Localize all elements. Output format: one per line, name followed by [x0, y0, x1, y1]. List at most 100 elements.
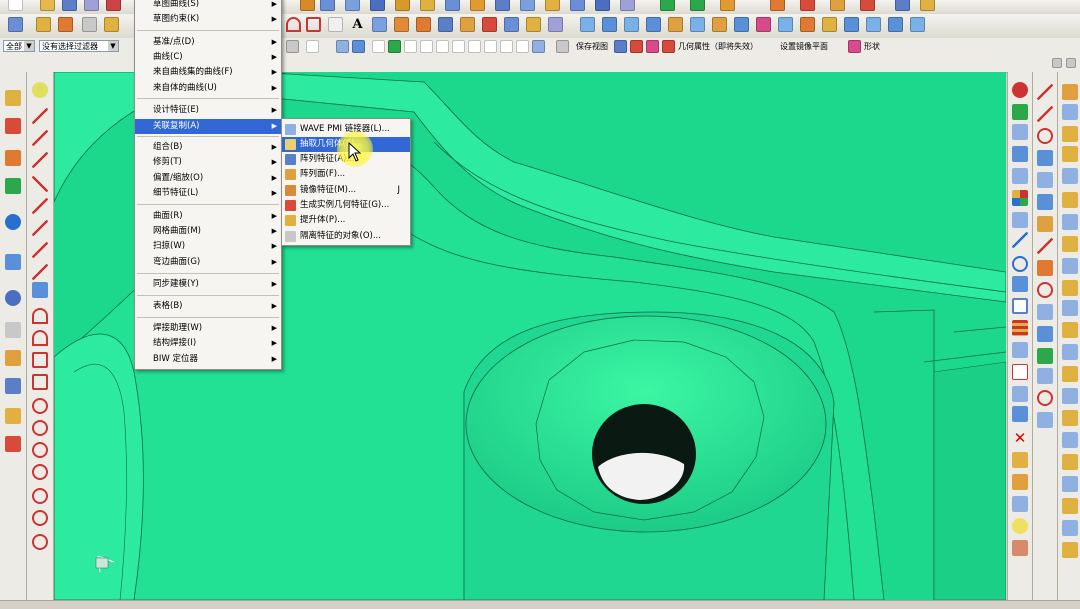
- menu-item-derived-curve[interactable]: 来自曲线集的曲线(F) ▶: [135, 65, 281, 80]
- select-icon[interactable]: [82, 17, 97, 32]
- box-tool-icon[interactable]: [1012, 342, 1028, 358]
- menu-item-sweep[interactable]: 扫掠(W) ▶: [135, 239, 281, 254]
- line-tool-r-icon[interactable]: [1012, 232, 1028, 248]
- green-cube-icon[interactable]: [660, 0, 675, 11]
- chamfer-icon[interactable]: [470, 0, 485, 11]
- view-cube2-icon[interactable]: [352, 40, 365, 53]
- line-tool2-icon[interactable]: [32, 130, 48, 146]
- line-tool8-icon[interactable]: [32, 264, 48, 280]
- curve-tool5-icon[interactable]: [504, 17, 519, 32]
- new-file-icon[interactable]: [8, 0, 23, 11]
- menu-item-curve[interactable]: 曲线(C) ▶: [135, 50, 281, 65]
- extrude-icon[interactable]: [300, 0, 315, 11]
- circle-tool6-icon[interactable]: [32, 510, 48, 526]
- menu-item-surface[interactable]: 曲面(R) ▶: [135, 209, 281, 224]
- surface-r4-icon[interactable]: [1062, 146, 1078, 162]
- surface-r9-icon[interactable]: [1062, 258, 1078, 274]
- corner-tool2-icon[interactable]: [32, 374, 48, 390]
- orange-tool-icon[interactable]: [830, 0, 845, 11]
- surface-r2-icon[interactable]: [1062, 104, 1078, 120]
- menu-item-isolate-feature-objects[interactable]: 隔离特征的对象(O)...: [282, 229, 410, 244]
- menu-item-mesh-surface[interactable]: 网格曲面(M) ▶: [135, 224, 281, 239]
- palette-icon[interactable]: [5, 436, 21, 452]
- view-tool-icon[interactable]: [614, 40, 627, 53]
- surface2-icon[interactable]: [602, 17, 617, 32]
- model-right-face[interactable]: [933, 361, 1006, 600]
- arc-tool-icon[interactable]: [32, 308, 48, 324]
- view-tool3-icon[interactable]: [646, 40, 659, 53]
- line-tool3-icon[interactable]: [32, 152, 48, 168]
- line-tool6-icon[interactable]: [32, 220, 48, 236]
- menu-item-sketch-constraint[interactable]: 草图约束(K) ▶: [135, 12, 281, 27]
- curve-r14-icon[interactable]: [1037, 368, 1053, 384]
- curve-tool3-icon[interactable]: [460, 17, 475, 32]
- snap2-icon[interactable]: [388, 40, 401, 53]
- curve-tool-icon[interactable]: [416, 17, 431, 32]
- surface-r8-icon[interactable]: [1062, 236, 1078, 252]
- snap-tan-icon[interactable]: [516, 40, 529, 53]
- face-tool-icon[interactable]: [1012, 276, 1028, 292]
- pad-icon[interactable]: [420, 0, 435, 11]
- save-view-label[interactable]: 保存视图: [576, 41, 608, 52]
- circle-tool-r-icon[interactable]: [1012, 256, 1028, 272]
- curve-r10-icon[interactable]: [1037, 282, 1053, 298]
- menu-item-sketch-curve[interactable]: 草图曲线(S) ▶: [135, 0, 281, 12]
- reuse-library-icon[interactable]: [5, 178, 21, 194]
- intersect-icon[interactable]: [595, 0, 610, 11]
- boss-icon[interactable]: [370, 0, 385, 11]
- surface-r10-icon[interactable]: [1062, 280, 1078, 296]
- box-tool2-icon[interactable]: [1012, 540, 1028, 556]
- surface16-icon[interactable]: [910, 17, 925, 32]
- snap-point-icon[interactable]: [404, 40, 417, 53]
- menu-item-flange-surface[interactable]: 弯边曲面(G) ▶: [135, 255, 281, 270]
- view-tool2-icon[interactable]: [630, 40, 643, 53]
- snap-center-icon[interactable]: [468, 40, 481, 53]
- surface-r22-icon[interactable]: [1062, 542, 1078, 558]
- surface-r19-icon[interactable]: [1062, 476, 1078, 492]
- revolve-icon[interactable]: [320, 0, 335, 11]
- curve-tool4-icon[interactable]: [482, 17, 497, 32]
- part-nav-icon[interactable]: [36, 17, 51, 32]
- curve-r9-icon[interactable]: [1037, 260, 1053, 276]
- surface4-icon[interactable]: [646, 17, 661, 32]
- circle-tool4-icon[interactable]: [32, 464, 48, 480]
- menu-item-combine[interactable]: 组合(B) ▶: [135, 140, 281, 155]
- curve-r12-icon[interactable]: [1037, 326, 1053, 342]
- web-browser-icon[interactable]: [5, 254, 21, 270]
- green-face-icon[interactable]: [1012, 104, 1028, 120]
- assembly-icon[interactable]: [8, 17, 23, 32]
- curve-r3-icon[interactable]: [1037, 128, 1053, 144]
- cut-icon[interactable]: [84, 0, 99, 11]
- undo-select-icon[interactable]: [286, 40, 299, 53]
- menu-item-curve-from-body[interactable]: 来自体的曲线(U) ▶: [135, 81, 281, 96]
- red-tool-icon[interactable]: [800, 0, 815, 11]
- menu-item-offset-scale[interactable]: 偏置/缩放(O) ▶: [135, 171, 281, 186]
- snap-cross-icon[interactable]: [484, 40, 497, 53]
- blend-icon[interactable]: [445, 0, 460, 11]
- surface-r20-icon[interactable]: [1062, 498, 1078, 514]
- shape-icon[interactable]: [848, 40, 861, 53]
- draft-icon[interactable]: [620, 0, 635, 11]
- menu-item-structure-weld[interactable]: 结构焊接(I) ▶: [135, 336, 281, 351]
- menu-item-mirror-feature[interactable]: 镜像特征(M)... J: [282, 183, 410, 198]
- circle-tool3-icon[interactable]: [32, 442, 48, 458]
- window-maximize-icon[interactable]: [1066, 58, 1076, 68]
- cube-tool-icon[interactable]: [1012, 124, 1028, 140]
- surface-r11-icon[interactable]: [1062, 300, 1078, 316]
- menu-item-promote-body[interactable]: 提升体(P)...: [282, 213, 410, 228]
- cube-tool4-icon[interactable]: [1012, 212, 1028, 228]
- person-tool-icon[interactable]: [1012, 474, 1028, 490]
- view-icon[interactable]: [556, 40, 569, 53]
- menu-item-datum-point[interactable]: 基准/点(D) ▶: [135, 35, 281, 50]
- line-tool4-icon[interactable]: [32, 176, 48, 192]
- surface6-icon[interactable]: [690, 17, 705, 32]
- surface11-icon[interactable]: [800, 17, 815, 32]
- shell-icon[interactable]: [495, 0, 510, 11]
- curve-tool2-icon[interactable]: [438, 17, 453, 32]
- surface-r15-icon[interactable]: [1062, 388, 1078, 404]
- surface-r5-icon[interactable]: [1062, 168, 1078, 184]
- surface-r12-icon[interactable]: [1062, 322, 1078, 338]
- manufacturing-wizard-icon[interactable]: [5, 378, 21, 394]
- curve-r5-icon[interactable]: [1037, 172, 1053, 188]
- circle-tool7-icon[interactable]: [32, 534, 48, 550]
